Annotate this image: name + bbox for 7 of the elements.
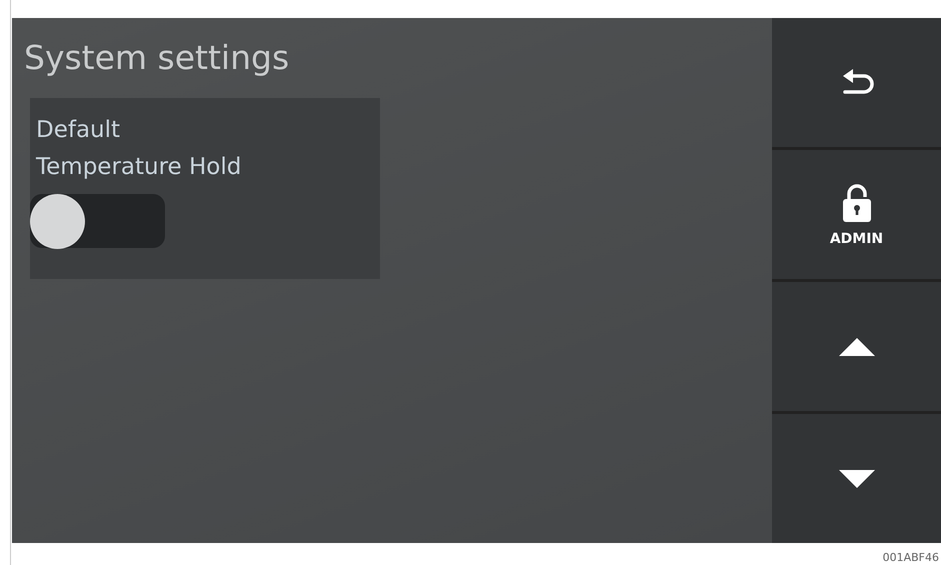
setting-label: Default Temperature Hold xyxy=(36,116,242,182)
lock-icon xyxy=(842,182,872,222)
figure-id: 001ABF46 xyxy=(882,551,939,564)
up-arrow-icon xyxy=(838,338,874,356)
screen-title: System settings xyxy=(24,38,290,78)
down-arrow-icon xyxy=(838,470,874,488)
toggle-switch[interactable] xyxy=(30,194,165,248)
